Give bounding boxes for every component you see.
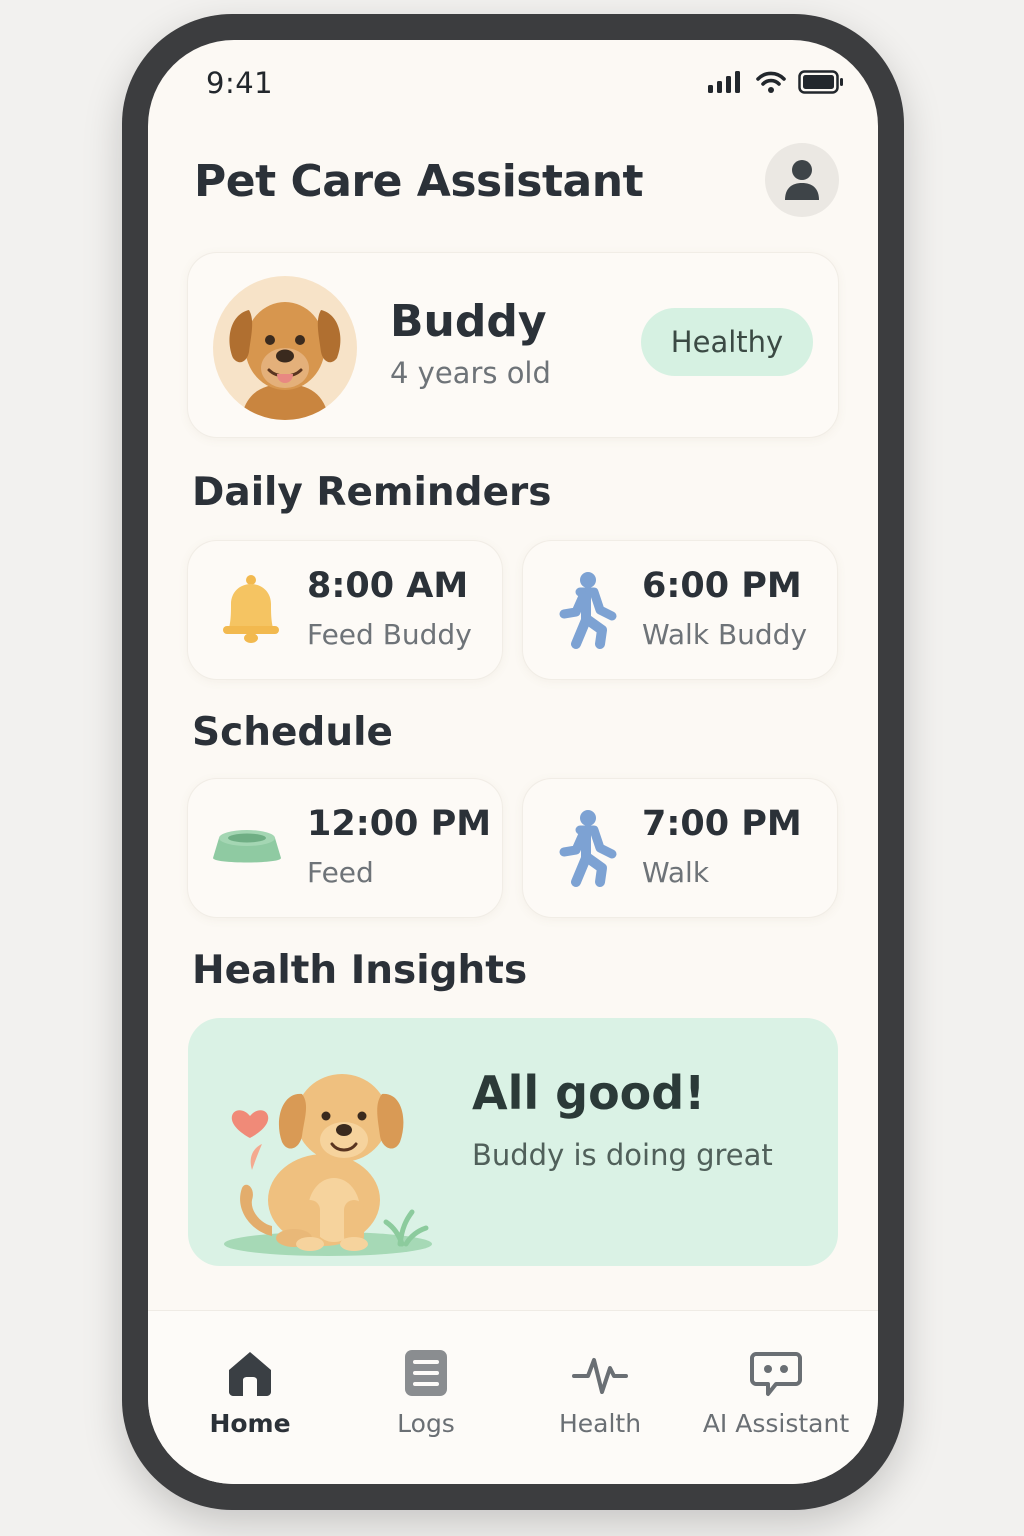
schedule-label: Feed <box>307 856 374 889</box>
pet-name: Buddy <box>390 296 547 347</box>
page-title: Pet Care Assistant <box>194 156 644 207</box>
wifi-icon <box>756 71 786 93</box>
pulse-icon <box>572 1358 628 1394</box>
insight-message: Buddy is doing great <box>472 1138 773 1172</box>
section-title-insights: Health Insights <box>192 948 528 993</box>
food-bowl-icon <box>213 830 281 863</box>
walking-person-icon <box>559 572 617 649</box>
signal-icon <box>708 71 740 93</box>
reminder-time: 8:00 AM <box>307 566 469 606</box>
bottom-tab-bar: Home Logs Health AI Assistant <box>148 1310 878 1484</box>
section-title-reminders: Daily Reminders <box>192 470 552 515</box>
tab-home[interactable]: Home <box>160 1311 340 1451</box>
schedule-card-walk[interactable]: 7:00 PM Walk <box>522 778 838 918</box>
app-screen: 9:41 Pet Care Assistant Buddy 4 years ol… <box>148 40 878 1484</box>
insight-headline: All good! <box>472 1066 706 1120</box>
status-badge: Healthy <box>641 308 813 376</box>
tab-label: Health <box>558 1409 642 1438</box>
user-icon <box>785 160 819 200</box>
tab-ai-assistant[interactable]: AI Assistant <box>686 1311 866 1451</box>
tab-label: Home <box>209 1409 291 1438</box>
reminder-label: Walk Buddy <box>642 618 808 651</box>
tab-label: AI Assistant <box>702 1409 850 1438</box>
home-icon <box>229 1352 271 1396</box>
pet-avatar <box>213 276 357 420</box>
schedule-time: 7:00 PM <box>642 804 802 844</box>
dog-face-icon <box>229 302 341 420</box>
schedule-time: 12:00 PM <box>307 804 492 844</box>
reminder-label: Feed Buddy <box>307 618 472 651</box>
battery-icon <box>798 70 843 94</box>
pet-age: 4 years old <box>390 356 551 390</box>
chat-bot-icon <box>750 1352 802 1396</box>
reminder-card-feed[interactable]: 8:00 AM Feed Buddy <box>187 540 503 680</box>
schedule-label: Walk <box>642 856 710 889</box>
reminder-time: 6:00 PM <box>642 566 802 606</box>
bell-icon <box>223 575 279 643</box>
tab-logs[interactable]: Logs <box>336 1311 516 1451</box>
sitting-puppy-illustration <box>224 1074 432 1256</box>
tab-label: Logs <box>397 1409 455 1438</box>
tab-health[interactable]: Health <box>510 1311 690 1451</box>
list-icon <box>405 1350 447 1396</box>
reminder-card-walk[interactable]: 6:00 PM Walk Buddy <box>522 540 838 680</box>
section-title-schedule: Schedule <box>192 710 393 755</box>
pet-profile-card[interactable]: Buddy 4 years old Healthy <box>187 252 839 438</box>
phone-frame: 9:41 Pet Care Assistant Buddy 4 years ol… <box>122 14 904 1510</box>
schedule-card-feed[interactable]: 12:00 PM Feed <box>187 778 503 918</box>
status-time: 9:41 <box>206 66 274 100</box>
profile-button[interactable] <box>765 143 839 217</box>
status-icons <box>708 70 844 94</box>
health-insight-card[interactable]: All good! Buddy is doing great <box>188 1018 838 1266</box>
walking-person-icon <box>559 810 617 887</box>
